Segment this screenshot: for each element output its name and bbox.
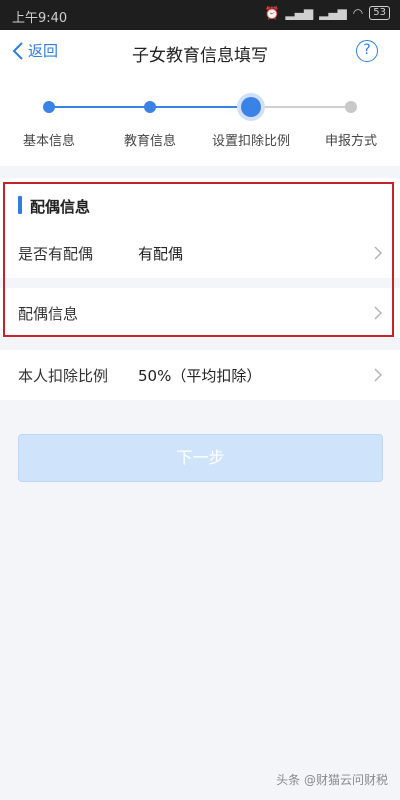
status-icons: ⏰ ▂▄▆ ▂▄▆ ◠ 53 [264, 5, 390, 21]
step-progress: 基本信息 教育信息 设置扣除比例 申报方式 [0, 74, 400, 166]
chevron-right-icon [374, 306, 382, 320]
step-label-deduction: 设置扣除比例 [211, 134, 290, 149]
help-icon[interactable]: ? [356, 40, 378, 62]
spouse-section-header: 配偶信息 [0, 187, 400, 225]
has-spouse-label: 是否有配偶 [18, 245, 94, 263]
step-dot-filing [345, 101, 357, 113]
step-label-education: 教育信息 [123, 134, 176, 149]
watermark-text: 头条 @财猫云问财税 [276, 773, 388, 787]
section-title: 配偶信息 [30, 198, 91, 216]
step-label-basic: 基本信息 [22, 134, 75, 149]
step-label-filing: 申报方式 [324, 134, 377, 149]
wifi-icon: ◠ [352, 6, 364, 20]
page-title: 子女教育信息填写 [132, 46, 268, 66]
next-step-button[interactable]: 下一步 [18, 434, 383, 482]
step-dot-deduction [241, 97, 261, 117]
spouse-info-row[interactable]: 配偶信息 [0, 288, 400, 338]
alarm-icon: ⏰ [264, 6, 280, 20]
step-connector [251, 106, 351, 108]
status-bar: 上午9:40 ⏰ ▂▄▆ ▂▄▆ ◠ 53 [0, 0, 400, 30]
deduction-ratio-label: 本人扣除比例 [18, 367, 109, 385]
signal-icon: ▂▄▆ [319, 6, 347, 20]
step-dot-basic [43, 101, 55, 113]
section-accent-bar [18, 196, 22, 214]
battery-icon: 53 [369, 6, 390, 20]
deduction-ratio-row[interactable]: 本人扣除比例 50%（平均扣除） [0, 350, 400, 400]
has-spouse-row[interactable]: 是否有配偶 有配偶 [0, 228, 400, 278]
deduction-ratio-value: 50%（平均扣除） [138, 367, 262, 385]
status-time: 上午9:40 [12, 11, 68, 26]
step-dot-education [144, 101, 156, 113]
signal-icon: ▂▄▆ [285, 6, 314, 20]
row-divider [0, 278, 400, 288]
nav-bar: 返回 子女教育信息填写 ? [0, 30, 400, 74]
chevron-right-icon [374, 368, 382, 382]
chevron-right-icon [374, 246, 382, 260]
spouse-info-label: 配偶信息 [18, 305, 79, 323]
has-spouse-value: 有配偶 [138, 245, 184, 263]
